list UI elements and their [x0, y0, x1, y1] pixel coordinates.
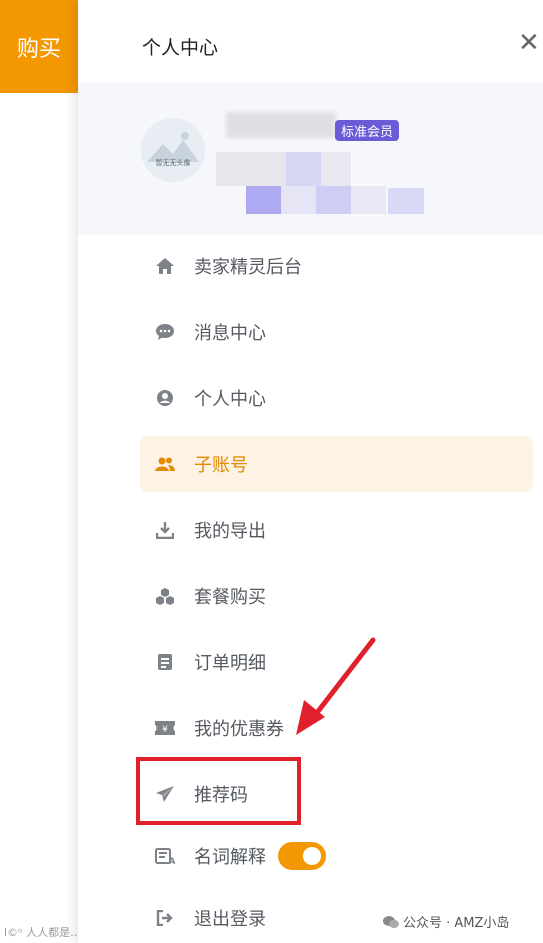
user-circle-icon: [154, 387, 176, 409]
wechat-icon: [383, 915, 399, 928]
document-icon: [154, 651, 176, 673]
menu-item-order-details[interactable]: 订单明细: [140, 634, 533, 690]
download-icon: [154, 519, 176, 541]
menu-item-label: 个人中心: [194, 389, 266, 410]
glossary-icon: A: [154, 845, 176, 867]
buy-button[interactable]: 购买: [0, 0, 78, 93]
ticket-icon: ¥: [154, 717, 176, 739]
menu-item-label: 卖家精灵后台: [194, 257, 302, 278]
menu-item-label: 名词解释: [194, 847, 266, 868]
menu-item-my-exports[interactable]: 我的导出: [140, 502, 533, 558]
background-page: [0, 0, 78, 943]
menu-item-label: 订单明细: [194, 653, 266, 674]
logout-icon: [154, 907, 176, 929]
menu-item-label: 消息中心: [194, 323, 266, 344]
menu-item-label: 子账号: [194, 455, 248, 476]
profile-card: 暂无无头像 标准会员: [78, 82, 543, 235]
corner-watermark: l©ᵒ 人人都是…: [4, 926, 82, 939]
toggle-knob: [303, 847, 321, 865]
annotation-highlight-box: [136, 757, 301, 825]
menu-item-messages[interactable]: 消息中心: [140, 304, 533, 360]
menu-item-seller-backend[interactable]: 卖家精灵后台: [140, 238, 533, 294]
menu-item-label: 我的导出: [194, 521, 266, 542]
drawer-title: 个人中心: [142, 37, 219, 59]
image-placeholder-icon: [141, 118, 205, 182]
username-redacted: [226, 112, 336, 138]
avatar[interactable]: 暂无无头像: [141, 118, 205, 182]
boxes-icon: [154, 585, 176, 607]
menu-item-label: 套餐购买: [194, 587, 266, 608]
menu-item-label: 退出登录: [194, 909, 266, 930]
glossary-toggle[interactable]: [278, 842, 326, 870]
home-icon: [154, 255, 176, 277]
menu-item-package-purchase[interactable]: 套餐购买: [140, 568, 533, 624]
footer-watermark: 公众号 · AMZ小岛: [383, 912, 509, 931]
footer-watermark-text: 公众号 · AMZ小岛: [403, 916, 510, 931]
users-icon: [154, 453, 176, 475]
member-badge: 标准会员: [335, 120, 400, 141]
menu-item-personal-center[interactable]: 个人中心: [140, 370, 533, 426]
account-info-redacted: [216, 152, 424, 214]
close-button[interactable]: ✕: [518, 30, 540, 56]
svg-text:¥: ¥: [162, 725, 168, 735]
menu-item-glossary[interactable]: A 名词解释: [140, 828, 533, 884]
menu-item-sub-accounts[interactable]: 子账号: [140, 436, 533, 492]
chat-icon: [154, 321, 176, 343]
menu-item-label: 我的优惠券: [194, 719, 284, 740]
svg-text:A: A: [169, 857, 175, 865]
avatar-caption: 暂无无头像: [155, 159, 191, 167]
menu-item-my-coupons[interactable]: ¥ 我的优惠券: [140, 700, 533, 756]
